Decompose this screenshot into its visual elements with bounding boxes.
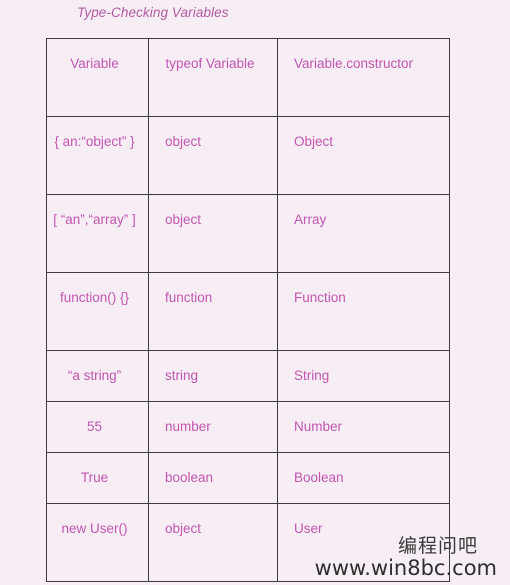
value-constructor: Object [294,134,334,149]
value-variable: True [80,470,109,485]
value-constructor: Function [294,290,346,305]
value-variable: { an:“object” } [54,134,135,149]
value-variable: “a string” [67,368,122,383]
type-checking-table: Variable typeof Variable Variable.constr… [46,38,450,582]
cell-variable: [ “an”,“array” ] [46,194,149,273]
cell-variable: “a string” [46,350,149,402]
cell-constructor: Array [277,194,450,273]
value-typeof: object [165,134,202,149]
cell-variable: 55 [46,401,149,453]
value-typeof: function [165,290,213,305]
cell-typeof: boolean [148,452,278,504]
table-body: Variable typeof Variable Variable.constr… [46,38,450,582]
page-title: Type-Checking Variables [77,5,229,20]
header-label-constructor: Variable.constructor [294,56,414,71]
cell-constructor: Boolean [277,452,450,504]
value-constructor: Boolean [294,470,344,485]
cell-typeof: function [148,272,278,351]
table-row: True boolean Boolean [46,452,450,504]
cell-variable: True [46,452,149,504]
cell-constructor: Object [277,116,450,195]
cell-constructor: String [277,350,450,402]
cell-typeof: string [148,350,278,402]
value-variable: function() {} [59,290,130,305]
table-row: function() {} function Function [46,272,450,351]
cell-typeof: object [148,503,278,582]
table-row: { an:“object” } object Object [46,116,450,195]
header-cell-constructor: Variable.constructor [277,38,450,117]
value-typeof: object [165,521,202,536]
value-constructor: Array [294,212,327,227]
table-row: “a string” string String [46,350,450,402]
value-typeof: boolean [165,470,214,485]
value-constructor: Number [294,419,343,434]
header-label-variable: Variable [70,56,119,71]
table-header-row: Variable typeof Variable Variable.constr… [46,38,450,117]
value-typeof: number [165,419,211,434]
value-variable: 55 [86,419,103,434]
header-cell-variable: Variable [46,38,149,117]
value-variable: [ “an”,“array” ] [53,212,136,227]
cell-typeof: number [148,401,278,453]
watermark-chinese: 编程问吧 [397,535,478,557]
cell-variable: new User() [46,503,149,582]
table-row: [ “an”,“array” ] object Array [46,194,450,273]
cell-variable: { an:“object” } [46,116,149,195]
watermark-url: www.win8bc.com [314,556,497,580]
table-row: 55 number Number [46,401,450,453]
cell-typeof: object [148,194,278,273]
cell-constructor: Number [277,401,450,453]
value-constructor: String [294,368,330,383]
cell-constructor: Function [277,272,450,351]
cell-typeof: object [148,116,278,195]
value-typeof: object [165,212,202,227]
cell-variable: function() {} [46,272,149,351]
value-typeof: string [165,368,199,383]
header-cell-typeof: typeof Variable [148,38,278,117]
value-variable: new User() [61,521,128,536]
header-label-typeof: typeof Variable [165,56,255,71]
